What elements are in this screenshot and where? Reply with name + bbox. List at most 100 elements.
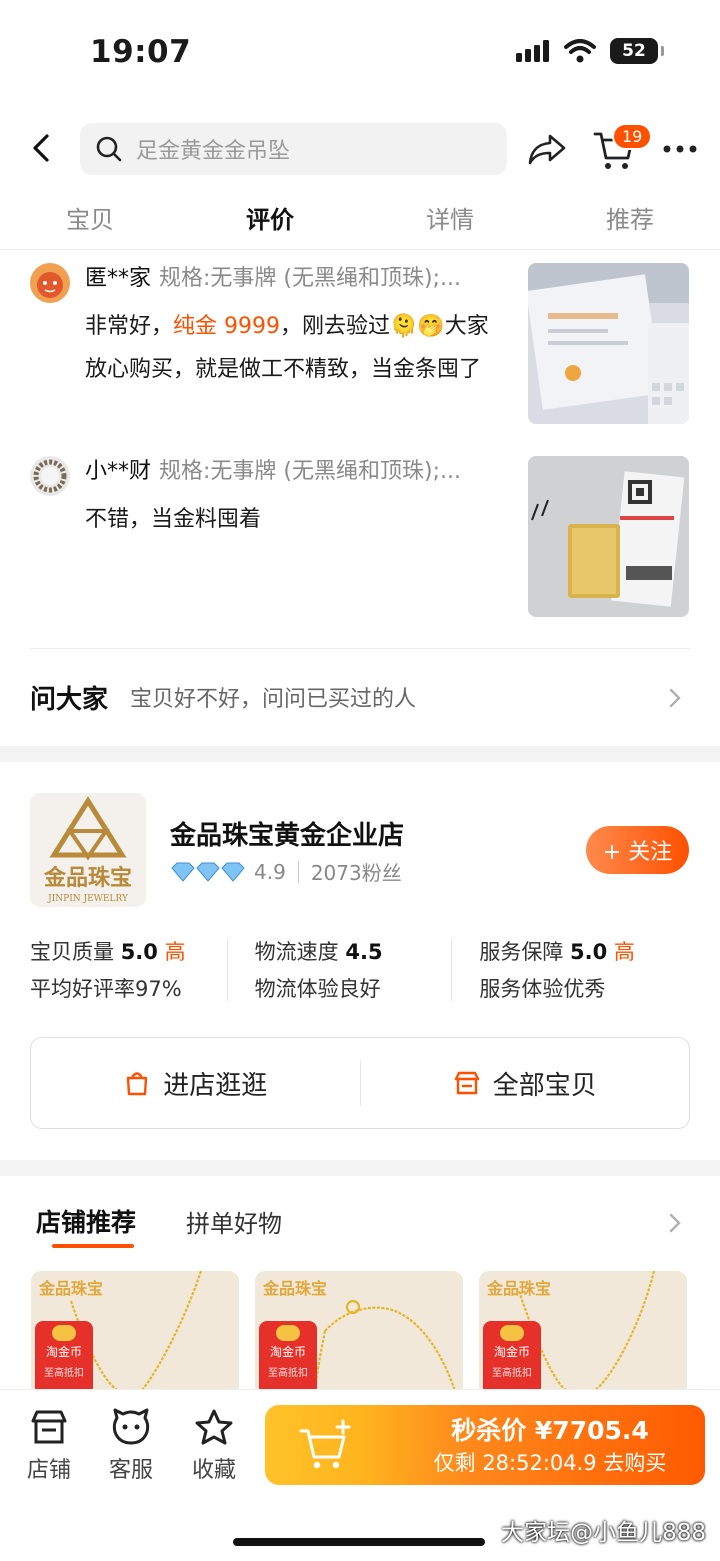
shop-scores: 宝贝质量 5.0 高 平均好评率97% 物流速度 4.5 物流体验良好 服务保障… [30, 935, 690, 1011]
reviewer-name: 小**财 [85, 459, 152, 484]
review-spec: 规格:无事牌 (无黑绳和顶珠);... [159, 266, 461, 291]
chat-bot-icon [112, 1408, 150, 1445]
favorite-button[interactable]: 收藏 [182, 1408, 246, 1484]
buy-now-button[interactable]: 秒杀价 ¥7705.4 仅剩 28:52:04.9 去购买 [265, 1405, 705, 1485]
shop-rating: 4.9 [254, 859, 286, 884]
score-quality: 宝贝质量 5.0 高 平均好评率97% [30, 935, 241, 1011]
coin-badge: 淘金币 至高抵扣 [483, 1321, 541, 1391]
chevron-right-icon [669, 688, 681, 708]
favorite-tab-label: 收藏 [191, 1458, 236, 1483]
score-label: 物流速度 [254, 940, 339, 964]
shop-meta: 4.9 2073粉丝 [170, 857, 402, 886]
status-icons: 52 [516, 38, 664, 64]
tab-recommend[interactable]: 推荐 [540, 196, 720, 249]
score-desc: 服务体验优秀 [479, 977, 606, 1001]
reviewer-name: 匿**家 [85, 266, 152, 291]
search-placeholder: 足金黄金金吊坠 [136, 139, 291, 164]
product-card[interactable]: 金品珠宝 淘金币 至高抵扣 [31, 1271, 239, 1391]
tab-item[interactable]: 宝贝 [0, 196, 180, 249]
store-icon [31, 1410, 67, 1444]
shop-logo-text: 金品珠宝 [43, 865, 132, 891]
review-highlight: 纯金 9999 [173, 314, 280, 339]
shop-logo-subtext: JINPIN JEWELRY [47, 894, 129, 904]
score-service: 服务保障 5.0 高 服务体验优秀 [451, 935, 690, 1011]
coin-badge: 淘金币 至高抵扣 [259, 1321, 317, 1391]
score-value: 5.0 [120, 940, 158, 964]
ask-title: 问大家 [30, 684, 109, 715]
cart-count-badge: 19 [612, 123, 653, 150]
shop-fans: 2073粉丝 [310, 861, 402, 885]
status-time: 19:07 [90, 34, 192, 70]
score-label: 宝贝质量 [30, 940, 114, 964]
review-text-part: 非常好， [85, 314, 174, 339]
review-header: 小**财 规格:无事牌 (无黑绳和顶珠);... [85, 456, 525, 488]
active-tab-underline [52, 1244, 134, 1248]
battery-indicator: 52 [610, 38, 664, 64]
badge-title: 淘金币 [493, 1345, 530, 1359]
more-icon[interactable] [660, 134, 700, 164]
detail-tabs: 宝贝 评价 详情 推荐 [0, 196, 720, 250]
shop-logo[interactable]: 金品珠宝 JINPIN JEWELRY [30, 793, 146, 907]
star-icon [195, 1409, 233, 1445]
shopping-bag-icon [127, 1072, 148, 1096]
home-indicator [233, 1538, 485, 1546]
coin-badge: 淘金币 至高抵扣 [35, 1321, 93, 1391]
review-item[interactable]: 匿**家 规格:无事牌 (无黑绳和顶珠);... 非常好，纯金 9999，刚去验过… [30, 263, 690, 433]
back-icon[interactable] [22, 128, 62, 168]
review-header: 匿**家 规格:无事牌 (无黑绳和顶珠);... [85, 263, 525, 295]
service-tab-label: 客服 [108, 1458, 153, 1483]
review-photo[interactable] [528, 263, 689, 424]
ask-everyone-row[interactable]: 问大家 宝贝好不好，问问已买过的人 [30, 667, 690, 727]
search-input[interactable]: 足金黄金金吊坠 [80, 123, 507, 175]
review-text: 不错，当金料囤着 [85, 507, 262, 532]
all-items-label: 全部宝贝 [492, 1070, 597, 1101]
badge-sub: 至高抵扣 [492, 1368, 532, 1379]
enter-shop-label: 进店逛逛 [163, 1070, 268, 1101]
countdown-text: 仅剩 28:52:04.9 去购买 [433, 1451, 667, 1475]
shop-name[interactable]: 金品珠宝黄金企业店 [170, 815, 404, 852]
review-spec: 规格:无事牌 (无黑绳和顶珠);... [159, 459, 461, 484]
customer-service-button[interactable]: 客服 [99, 1408, 163, 1484]
meta-separator [297, 860, 299, 883]
review-text: 非常好，纯金 9999，刚去验过🫠🤭大家放心购买，就是做工不精致，当金条囤了 [85, 305, 505, 391]
tab-details[interactable]: 详情 [360, 196, 540, 249]
score-value: 4.5 [345, 940, 383, 964]
all-items-button[interactable]: 全部宝贝 [359, 1060, 690, 1106]
tab-group-buy[interactable]: 拼单好物 [186, 1204, 282, 1239]
watermark: 大家坛@小鱼儿888 [501, 1520, 706, 1546]
follow-button[interactable]: + 关注 [586, 826, 689, 874]
nav-bar: 足金黄金金吊坠 19 [0, 120, 720, 178]
score-desc: 物流体验良好 [254, 977, 381, 1001]
badge-sub: 至高抵扣 [44, 1368, 84, 1379]
store-icon [454, 1071, 479, 1095]
add-to-cart-icon [299, 1419, 351, 1469]
diamond-rating-icon [171, 862, 245, 882]
product-card[interactable]: 金品珠宝 淘金币 至高抵扣 [479, 1271, 687, 1391]
share-icon[interactable] [526, 128, 568, 170]
section-gap [0, 746, 720, 762]
recommend-tabs: 店铺推荐 拼单好物 [36, 1203, 282, 1239]
divider [30, 648, 690, 649]
badge-sub: 至高抵扣 [268, 1368, 308, 1379]
score-desc: 平均好评率97% [30, 977, 182, 1001]
badge-title: 淘金币 [45, 1345, 82, 1359]
enter-shop-button[interactable]: 进店逛逛 [31, 1038, 360, 1128]
tab-reviews[interactable]: 评价 [180, 196, 360, 249]
badge-title: 淘金币 [269, 1345, 306, 1359]
score-logistics: 物流速度 4.5 物流体验良好 [226, 935, 466, 1011]
score-label: 服务保障 [479, 940, 564, 964]
shop-tab-button[interactable]: 店铺 [17, 1408, 81, 1484]
product-card[interactable]: 金品珠宝 淘金币 至高抵扣 [255, 1271, 463, 1391]
tab-shop-recommend[interactable]: 店铺推荐 [36, 1203, 136, 1239]
score-level: 高 [164, 940, 186, 964]
flash-sale-price: 秒杀价 ¥7705.4 [451, 1416, 649, 1445]
chevron-right-icon[interactable] [668, 1212, 682, 1234]
status-bar: 19:07 52 [0, 0, 720, 100]
signal-icon [516, 40, 549, 62]
score-value: 5.0 [570, 940, 608, 964]
review-item[interactable]: 小**财 规格:无事牌 (无黑绳和顶珠);... 不错，当金料囤着 [30, 456, 690, 621]
review-photo[interactable] [528, 456, 689, 617]
ask-subtitle: 宝贝好不好，问问已买过的人 [130, 687, 417, 712]
avatar [30, 456, 70, 496]
section-gap [0, 1160, 720, 1176]
